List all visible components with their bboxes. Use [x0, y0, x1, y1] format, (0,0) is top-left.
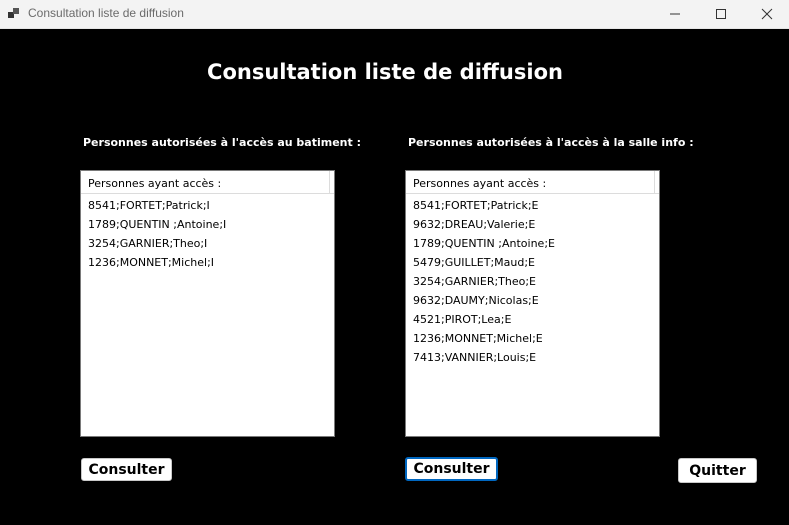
list-item[interactable]: 1789;QUENTIN ;Antoine;E	[413, 237, 555, 256]
column-separator	[654, 171, 655, 193]
maximize-button[interactable]	[698, 0, 744, 28]
list-item[interactable]: 1789;QUENTIN ;Antoine;I	[88, 218, 226, 237]
list-item[interactable]: 3254;GARNIER;Theo;E	[413, 275, 555, 294]
list-item[interactable]: 9632;DAUMY;Nicolas;E	[413, 294, 555, 313]
list-column-header[interactable]: Personnes ayant accès :	[406, 171, 659, 194]
consult-computer-room-button[interactable]: Consulter	[405, 457, 498, 481]
building-access-label: Personnes autorisées à l'accès au batime…	[83, 136, 362, 149]
quit-button[interactable]: Quitter	[678, 458, 757, 483]
building-access-list[interactable]: Personnes ayant accès : 8541;FORTET;Patr…	[80, 170, 335, 437]
computer-room-access-label: Personnes autorisées à l'accès à la sall…	[408, 136, 694, 149]
list-rows: 8541;FORTET;Patrick;E 9632;DREAU;Valerie…	[413, 199, 555, 370]
title-bar: Consultation liste de diffusion	[0, 0, 789, 29]
close-button[interactable]	[744, 0, 789, 28]
column-separator	[329, 171, 330, 193]
list-item[interactable]: 1236;MONNET;Michel;E	[413, 332, 555, 351]
minimize-icon	[670, 13, 680, 15]
minimize-button[interactable]	[652, 0, 698, 28]
maximize-icon	[716, 9, 726, 19]
list-item[interactable]: 9632;DREAU;Valerie;E	[413, 218, 555, 237]
window-title: Consultation liste de diffusion	[28, 6, 184, 20]
list-item[interactable]: 1236;MONNET;Michel;I	[88, 256, 226, 275]
list-header-label: Personnes ayant accès :	[88, 177, 222, 190]
list-item[interactable]: 4521;PIROT;Lea;E	[413, 313, 555, 332]
close-icon	[761, 8, 773, 20]
page-title: Consultation liste de diffusion	[207, 60, 563, 84]
consult-building-button[interactable]: Consulter	[81, 458, 172, 481]
list-item[interactable]: 7413;VANNIER;Louis;E	[413, 351, 555, 370]
list-rows: 8541;FORTET;Patrick;I 1789;QUENTIN ;Anto…	[88, 199, 226, 275]
list-item[interactable]: 3254;GARNIER;Theo;I	[88, 237, 226, 256]
computer-room-access-list[interactable]: Personnes ayant accès : 8541;FORTET;Patr…	[405, 170, 660, 437]
list-item[interactable]: 8541;FORTET;Patrick;I	[88, 199, 226, 218]
list-header-label: Personnes ayant accès :	[413, 177, 547, 190]
app-window-icon	[8, 8, 20, 20]
list-item[interactable]: 8541;FORTET;Patrick;E	[413, 199, 555, 218]
list-item[interactable]: 5479;GUILLET;Maud;E	[413, 256, 555, 275]
list-column-header[interactable]: Personnes ayant accès :	[81, 171, 334, 194]
